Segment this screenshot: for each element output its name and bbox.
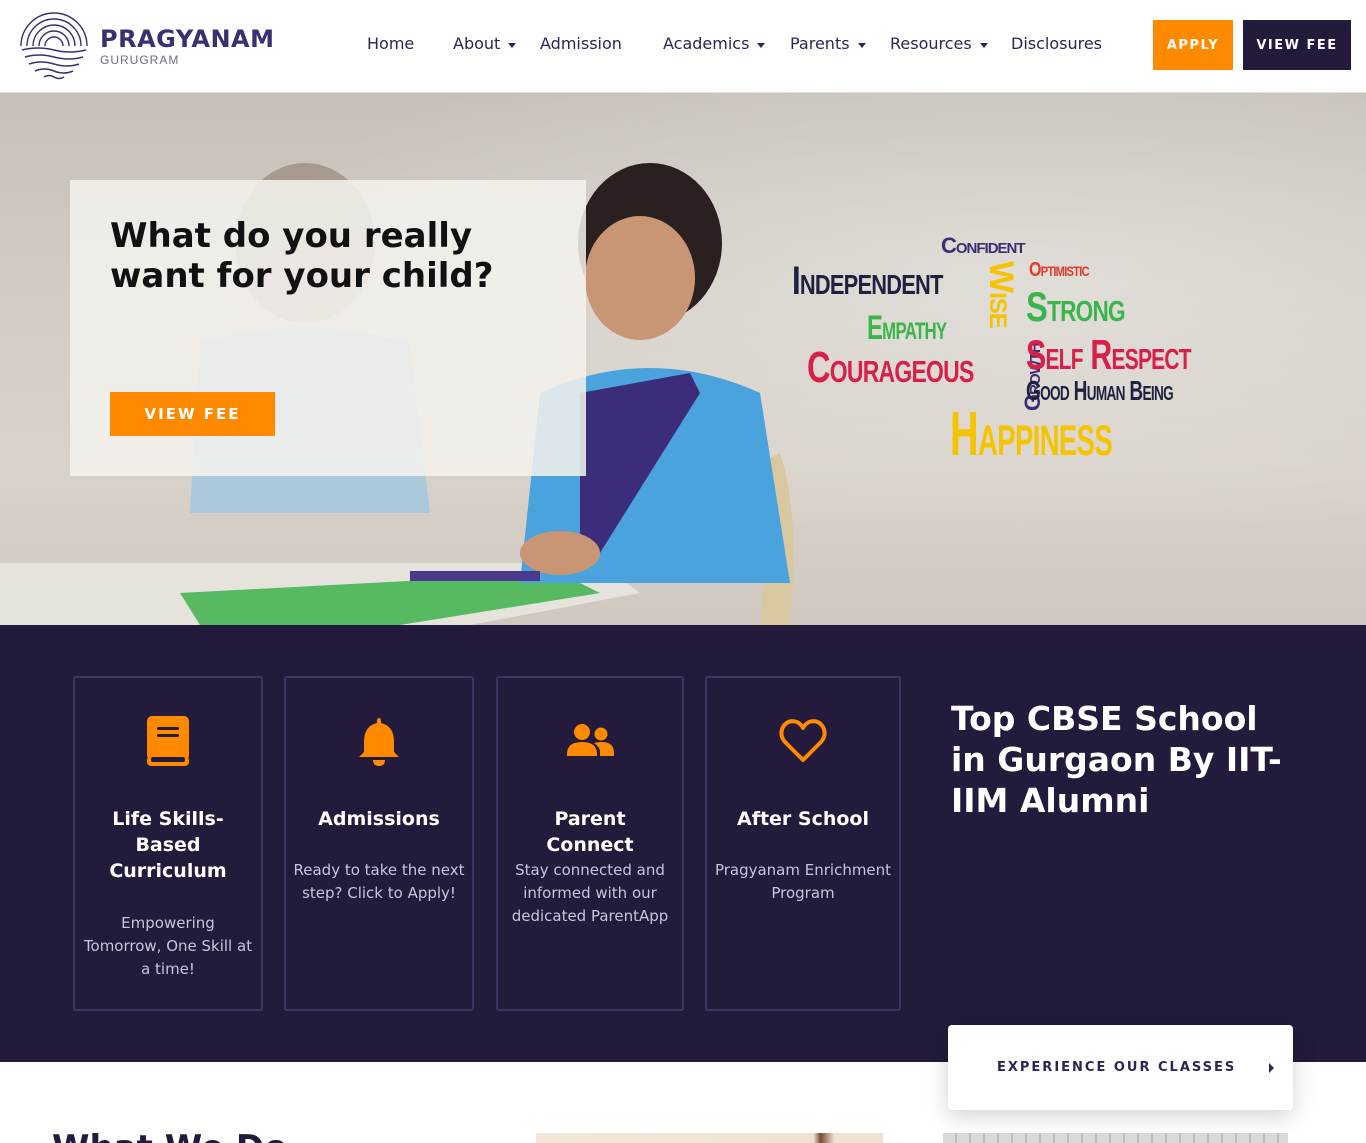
caret-down-icon: [979, 42, 988, 48]
word-happiness: Happiness: [950, 400, 1113, 469]
hero-card: What do you really want for your child? …: [70, 180, 586, 476]
section-image: [536, 1133, 883, 1143]
nav-resources[interactable]: Resources: [890, 34, 988, 53]
word-courageous: Courageous: [807, 343, 974, 392]
logo-name: PRAGYANAM: [100, 25, 275, 53]
what-we-do-heading: What We Do: [52, 1128, 288, 1143]
word-strong: Strong: [1026, 283, 1126, 330]
nav-about[interactable]: About: [453, 34, 517, 53]
card-title: Parent Connect: [546, 808, 634, 856]
word-confident: Confident: [941, 233, 1026, 258]
users-icon: [567, 724, 614, 756]
nav-label: Admission: [540, 34, 622, 53]
card-title: Life Skills-Based Curriculum: [109, 808, 227, 882]
feature-card-after-school[interactable]: After School Pragyanam Enrichment Progra…: [705, 676, 901, 1011]
nav-label: Parents: [790, 34, 850, 53]
nav-label: About: [453, 34, 501, 53]
caret-down-icon: [508, 42, 517, 48]
word-independent: Independent: [792, 259, 943, 303]
nav-label: Home: [367, 34, 415, 53]
card-title: After School: [736, 808, 870, 830]
nav-academics[interactable]: Academics: [663, 34, 766, 53]
view-fee-button[interactable]: VIEW FEE: [1243, 20, 1351, 70]
heart-icon: [779, 719, 827, 762]
card-description: Stay connected and informed with our ded…: [511, 861, 669, 925]
features-section: Life Skills-Based Curriculum Empowering …: [0, 625, 1366, 1062]
nav-admission[interactable]: Admission: [540, 34, 622, 53]
section-image: [943, 1133, 1288, 1143]
nav-home[interactable]: Home: [367, 34, 414, 53]
word-optimistic: Optimistic: [1029, 259, 1090, 281]
hero-title: What do you really want for your child?: [110, 216, 494, 296]
book-icon: [147, 716, 189, 766]
nav-label: Disclosures: [1011, 34, 1103, 53]
nav-label: Academics: [663, 34, 750, 53]
card-description: Empowering Tomorrow, One Skill at a time…: [83, 914, 253, 978]
experience-classes-button[interactable]: EXPERIENCE OUR CLASSES: [948, 1025, 1293, 1110]
apply-button[interactable]: APPLY: [1153, 20, 1233, 70]
feature-card-parent-connect[interactable]: Parent Connect Stay connected and inform…: [496, 676, 684, 1011]
feature-card-admissions[interactable]: Admissions Ready to take the next step? …: [284, 676, 474, 1011]
logo-emblem-icon: [18, 12, 90, 82]
caret-down-icon: [857, 42, 866, 48]
logo-subtitle: GURUGRAM: [100, 53, 180, 67]
hero-banner: What do you really want for your child? …: [0, 93, 1366, 625]
site-header: PRAGYANAM GURUGRAM Home About Admission …: [0, 0, 1366, 93]
word-self-respect: Self Respect: [1026, 331, 1191, 378]
caret-down-icon: [757, 42, 766, 48]
caret-right-icon: [1269, 1062, 1275, 1073]
nav-disclosures[interactable]: Disclosures: [1011, 34, 1102, 53]
nav-label: Resources: [890, 34, 972, 53]
experience-classes-label: EXPERIENCE OUR CLASSES: [997, 1060, 1237, 1075]
card-description: Pragyanam Enrichment Program: [714, 861, 892, 902]
section-heading: Top CBSE School in Gurgaon By IIT-IIM Al…: [951, 699, 1282, 820]
logo[interactable]: PRAGYANAM GURUGRAM: [18, 10, 275, 82]
card-description: Ready to take the next step? Click to Ap…: [293, 861, 465, 902]
bell-icon: [359, 718, 399, 766]
word-wise: Wise: [982, 261, 1020, 328]
card-title: Admissions: [318, 808, 440, 830]
hero-view-fee-button[interactable]: VIEW FEE: [110, 392, 275, 436]
feature-card-life-skills[interactable]: Life Skills-Based Curriculum Empowering …: [73, 676, 263, 1011]
nav-parents[interactable]: Parents: [790, 34, 866, 53]
